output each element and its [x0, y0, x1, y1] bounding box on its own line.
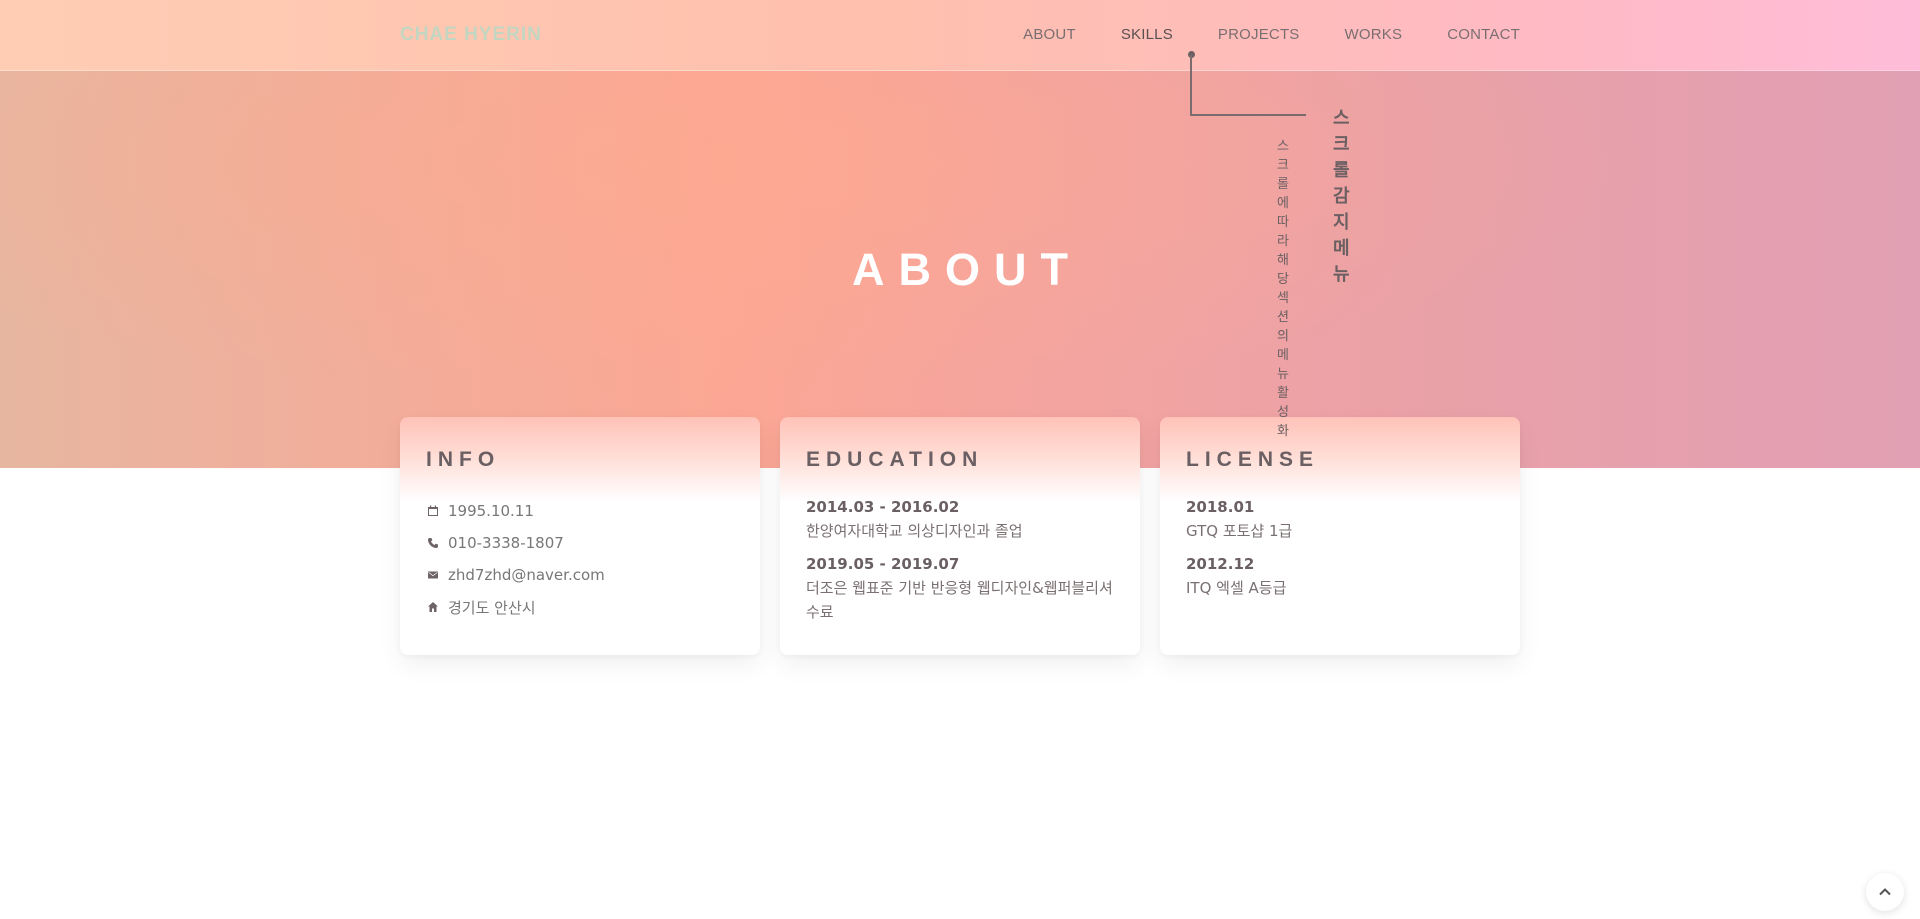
- site-logo[interactable]: CHAE HYERIN: [400, 24, 542, 46]
- info-list: 1995.10.11 010-3338-1807 zhd7zhd@naver.c…: [426, 495, 734, 623]
- entry-description: 더조은 웹표준 기반 반응형 웹디자인&웹퍼블리셔 수료: [806, 579, 1113, 621]
- education-entry: 2019.05 - 2019.07 더조은 웹표준 기반 반응형 웹디자인&웹퍼…: [806, 552, 1114, 624]
- main-nav: ABOUT SKILLS PROJECTS WORKS CONTACT: [1023, 26, 1520, 43]
- info-text: 경기도 안산시: [448, 598, 536, 617]
- site-header: CHAE HYERIN ABOUT SKILLS PROJECTS WORKS …: [0, 0, 1920, 71]
- entry-date: 2012.12: [1186, 555, 1255, 573]
- annotation-connector-horizontal: [1190, 114, 1306, 116]
- annotation-subtitle: 스크롤에 따라 해당 섹션의 메뉴 활성화: [1277, 139, 1289, 439]
- chevron-up-icon: [1879, 888, 1891, 896]
- license-card: LICENSE 2018.01 GTQ 포토샵 1급 2012.12 ITQ 엑…: [1160, 417, 1520, 655]
- card-title: LICENSE: [1186, 448, 1320, 471]
- entry-date: 2014.03 - 2016.02: [806, 498, 960, 516]
- nav-item-skills[interactable]: SKILLS: [1121, 26, 1173, 43]
- license-entry: 2018.01 GTQ 포토샵 1급: [1186, 495, 1494, 543]
- home-icon: [426, 600, 440, 614]
- entry-description: GTQ 포토샵 1급: [1186, 522, 1293, 540]
- info-item-birthdate: 1995.10.11: [426, 495, 734, 527]
- annotation-title: 스크롤 감지 메뉴: [1333, 108, 1350, 285]
- info-item-phone: 010-3338-1807: [426, 527, 734, 559]
- phone-icon: [426, 536, 440, 550]
- entry-description: 한양여자대학교 의상디자인과 졸업: [806, 522, 1023, 540]
- scroll-to-top-button[interactable]: [1866, 873, 1904, 911]
- nav-item-projects[interactable]: PROJECTS: [1218, 26, 1300, 43]
- nav-item-contact[interactable]: CONTACT: [1447, 26, 1520, 43]
- education-entry: 2014.03 - 2016.02 한양여자대학교 의상디자인과 졸업: [806, 495, 1114, 543]
- info-text: zhd7zhd@naver.com: [448, 566, 605, 584]
- card-title: EDUCATION: [806, 448, 984, 471]
- license-entry: 2012.12 ITQ 엑셀 A등급: [1186, 552, 1494, 600]
- info-text: 1995.10.11: [448, 502, 534, 520]
- education-card: EDUCATION 2014.03 - 2016.02 한양여자대학교 의상디자…: [780, 417, 1140, 655]
- nav-item-about[interactable]: ABOUT: [1023, 26, 1076, 43]
- mail-icon: [426, 568, 440, 582]
- info-item-email: zhd7zhd@naver.com: [426, 559, 734, 591]
- entry-date: 2019.05 - 2019.07: [806, 555, 960, 573]
- section-title: ABOUT: [852, 244, 1082, 295]
- info-card: INFO 1995.10.11 010-3338-1807 zhd7zhd@na…: [400, 417, 760, 655]
- annotation-connector-vertical: [1190, 55, 1192, 116]
- entry-date: 2018.01: [1186, 498, 1255, 516]
- nav-item-works[interactable]: WORKS: [1345, 26, 1403, 43]
- info-text: 010-3338-1807: [448, 534, 564, 552]
- entry-description: ITQ 엑셀 A등급: [1186, 579, 1287, 597]
- calendar-icon: [426, 504, 440, 518]
- info-item-address: 경기도 안산시: [426, 591, 734, 623]
- card-title: INFO: [426, 448, 501, 471]
